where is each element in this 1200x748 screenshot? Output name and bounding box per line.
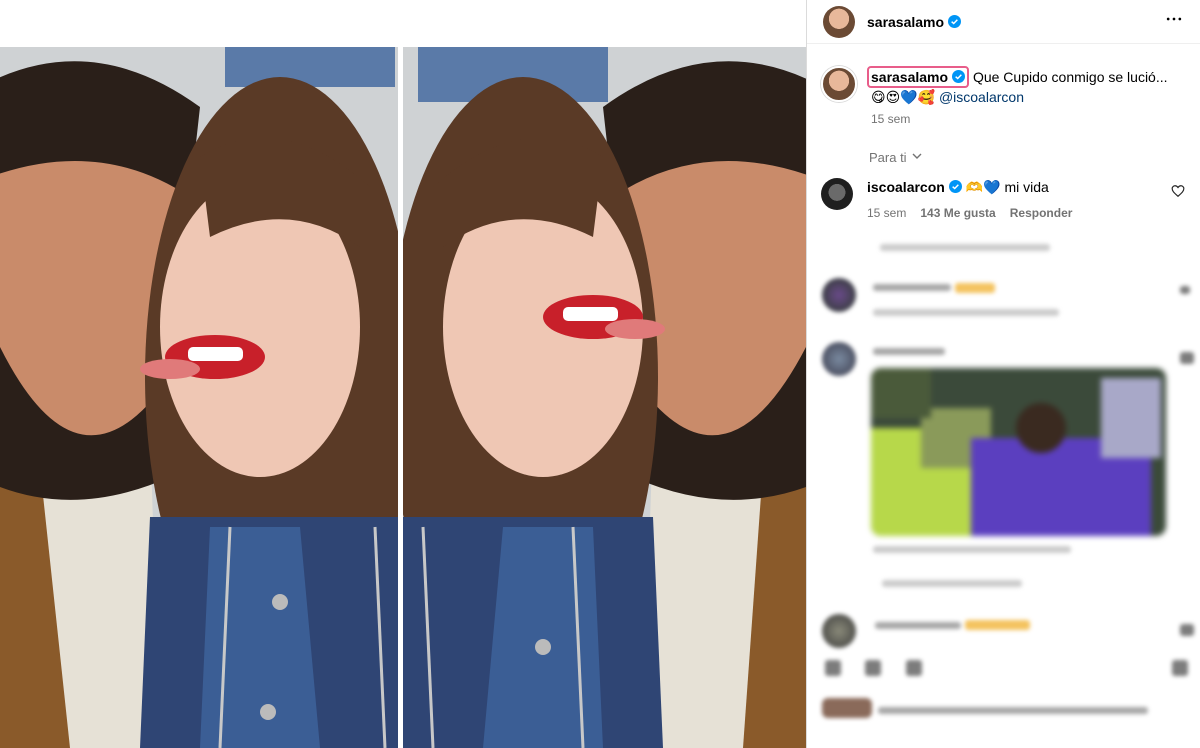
caption-username[interactable]: sarasalamo (871, 69, 948, 85)
heart-icon[interactable] (1171, 184, 1185, 198)
verified-badge-icon (948, 180, 962, 193)
obscured-avatar (822, 278, 856, 312)
post-photo-left[interactable] (0, 47, 398, 748)
obscured-emojis (965, 620, 1030, 630)
comment-actions: 15 sem 143 Me gusta Responder (867, 204, 1072, 222)
caption-mention-link[interactable]: @iscoalarcon (939, 89, 1024, 105)
photo-right-illustration (403, 47, 806, 748)
comment-body: iscoalarcon 🫶💙 mi vida 15 sem 143 Me gus… (867, 178, 1072, 222)
obscured-action-icon (865, 660, 881, 676)
obscured-username (873, 348, 945, 355)
caption-text: Que Cupido conmigo se lució... (972, 69, 1168, 85)
author-avatar[interactable] (823, 5, 855, 38)
obscured-heart (1180, 624, 1194, 636)
post-media (0, 0, 806, 748)
obscured-heart (1180, 352, 1194, 364)
verified-badge-icon (948, 15, 962, 28)
obscured-action-icon (825, 660, 841, 676)
more-options-icon (1164, 9, 1184, 34)
comment-item: iscoalarcon 🫶💙 mi vida 15 sem 143 Me gus… (821, 178, 1193, 222)
author-username[interactable]: sarasalamo (867, 14, 944, 30)
obscured-action-icon (906, 660, 922, 676)
caption-username-highlight: sarasalamo (867, 66, 970, 88)
more-options-button[interactable] (1162, 10, 1186, 34)
obscured-text (873, 309, 1059, 316)
comment-username[interactable]: iscoalarcon (867, 179, 945, 195)
media-top-band (0, 0, 806, 47)
obscured-username (873, 284, 951, 291)
comment-timestamp: 15 sem (867, 206, 907, 220)
obscured-reply-toggle (882, 580, 1022, 587)
comment-reply-button[interactable]: Responder (1010, 204, 1073, 222)
comment-text: mi vida (1004, 179, 1049, 195)
photo-left-illustration (0, 47, 398, 748)
post-photo-right[interactable] (403, 47, 806, 748)
obscured-likes-avatars (822, 698, 872, 718)
obscured-username (875, 622, 961, 629)
obscured-avatar (822, 614, 856, 648)
comments-sort-label: Para ti (869, 150, 907, 165)
obscured-avatar (822, 342, 856, 376)
commenter-avatar[interactable] (821, 178, 853, 210)
caption-author-avatar[interactable] (821, 66, 857, 102)
obscured-emojis (955, 283, 995, 293)
caption-timestamp: 15 sem (871, 112, 911, 126)
post-header: sarasalamo (807, 0, 1200, 44)
obscured-actions (873, 546, 1071, 553)
post-caption: sarasalamo Que Cupido conmigo se lució..… (821, 66, 1181, 106)
comment-emojis: 🫶💙 (965, 179, 1001, 195)
obscured-heart (1180, 286, 1190, 294)
comment-likes-link[interactable]: 143 Me gusta (920, 204, 995, 222)
obscured-comment-gif (871, 368, 1166, 536)
caption-emojis: 😋😍💙🥰 (871, 89, 936, 105)
obscured-likes-text (878, 707, 1148, 714)
obscured-action-icon (1172, 660, 1188, 676)
chevron-down-icon (911, 150, 923, 165)
verified-badge-icon (952, 70, 966, 83)
obscured-reply-toggle (880, 244, 1050, 251)
gif-illustration (871, 368, 1166, 536)
comments-sort-dropdown[interactable]: Para ti (869, 150, 923, 165)
caption-body: sarasalamo Que Cupido conmigo se lució..… (867, 66, 1168, 106)
